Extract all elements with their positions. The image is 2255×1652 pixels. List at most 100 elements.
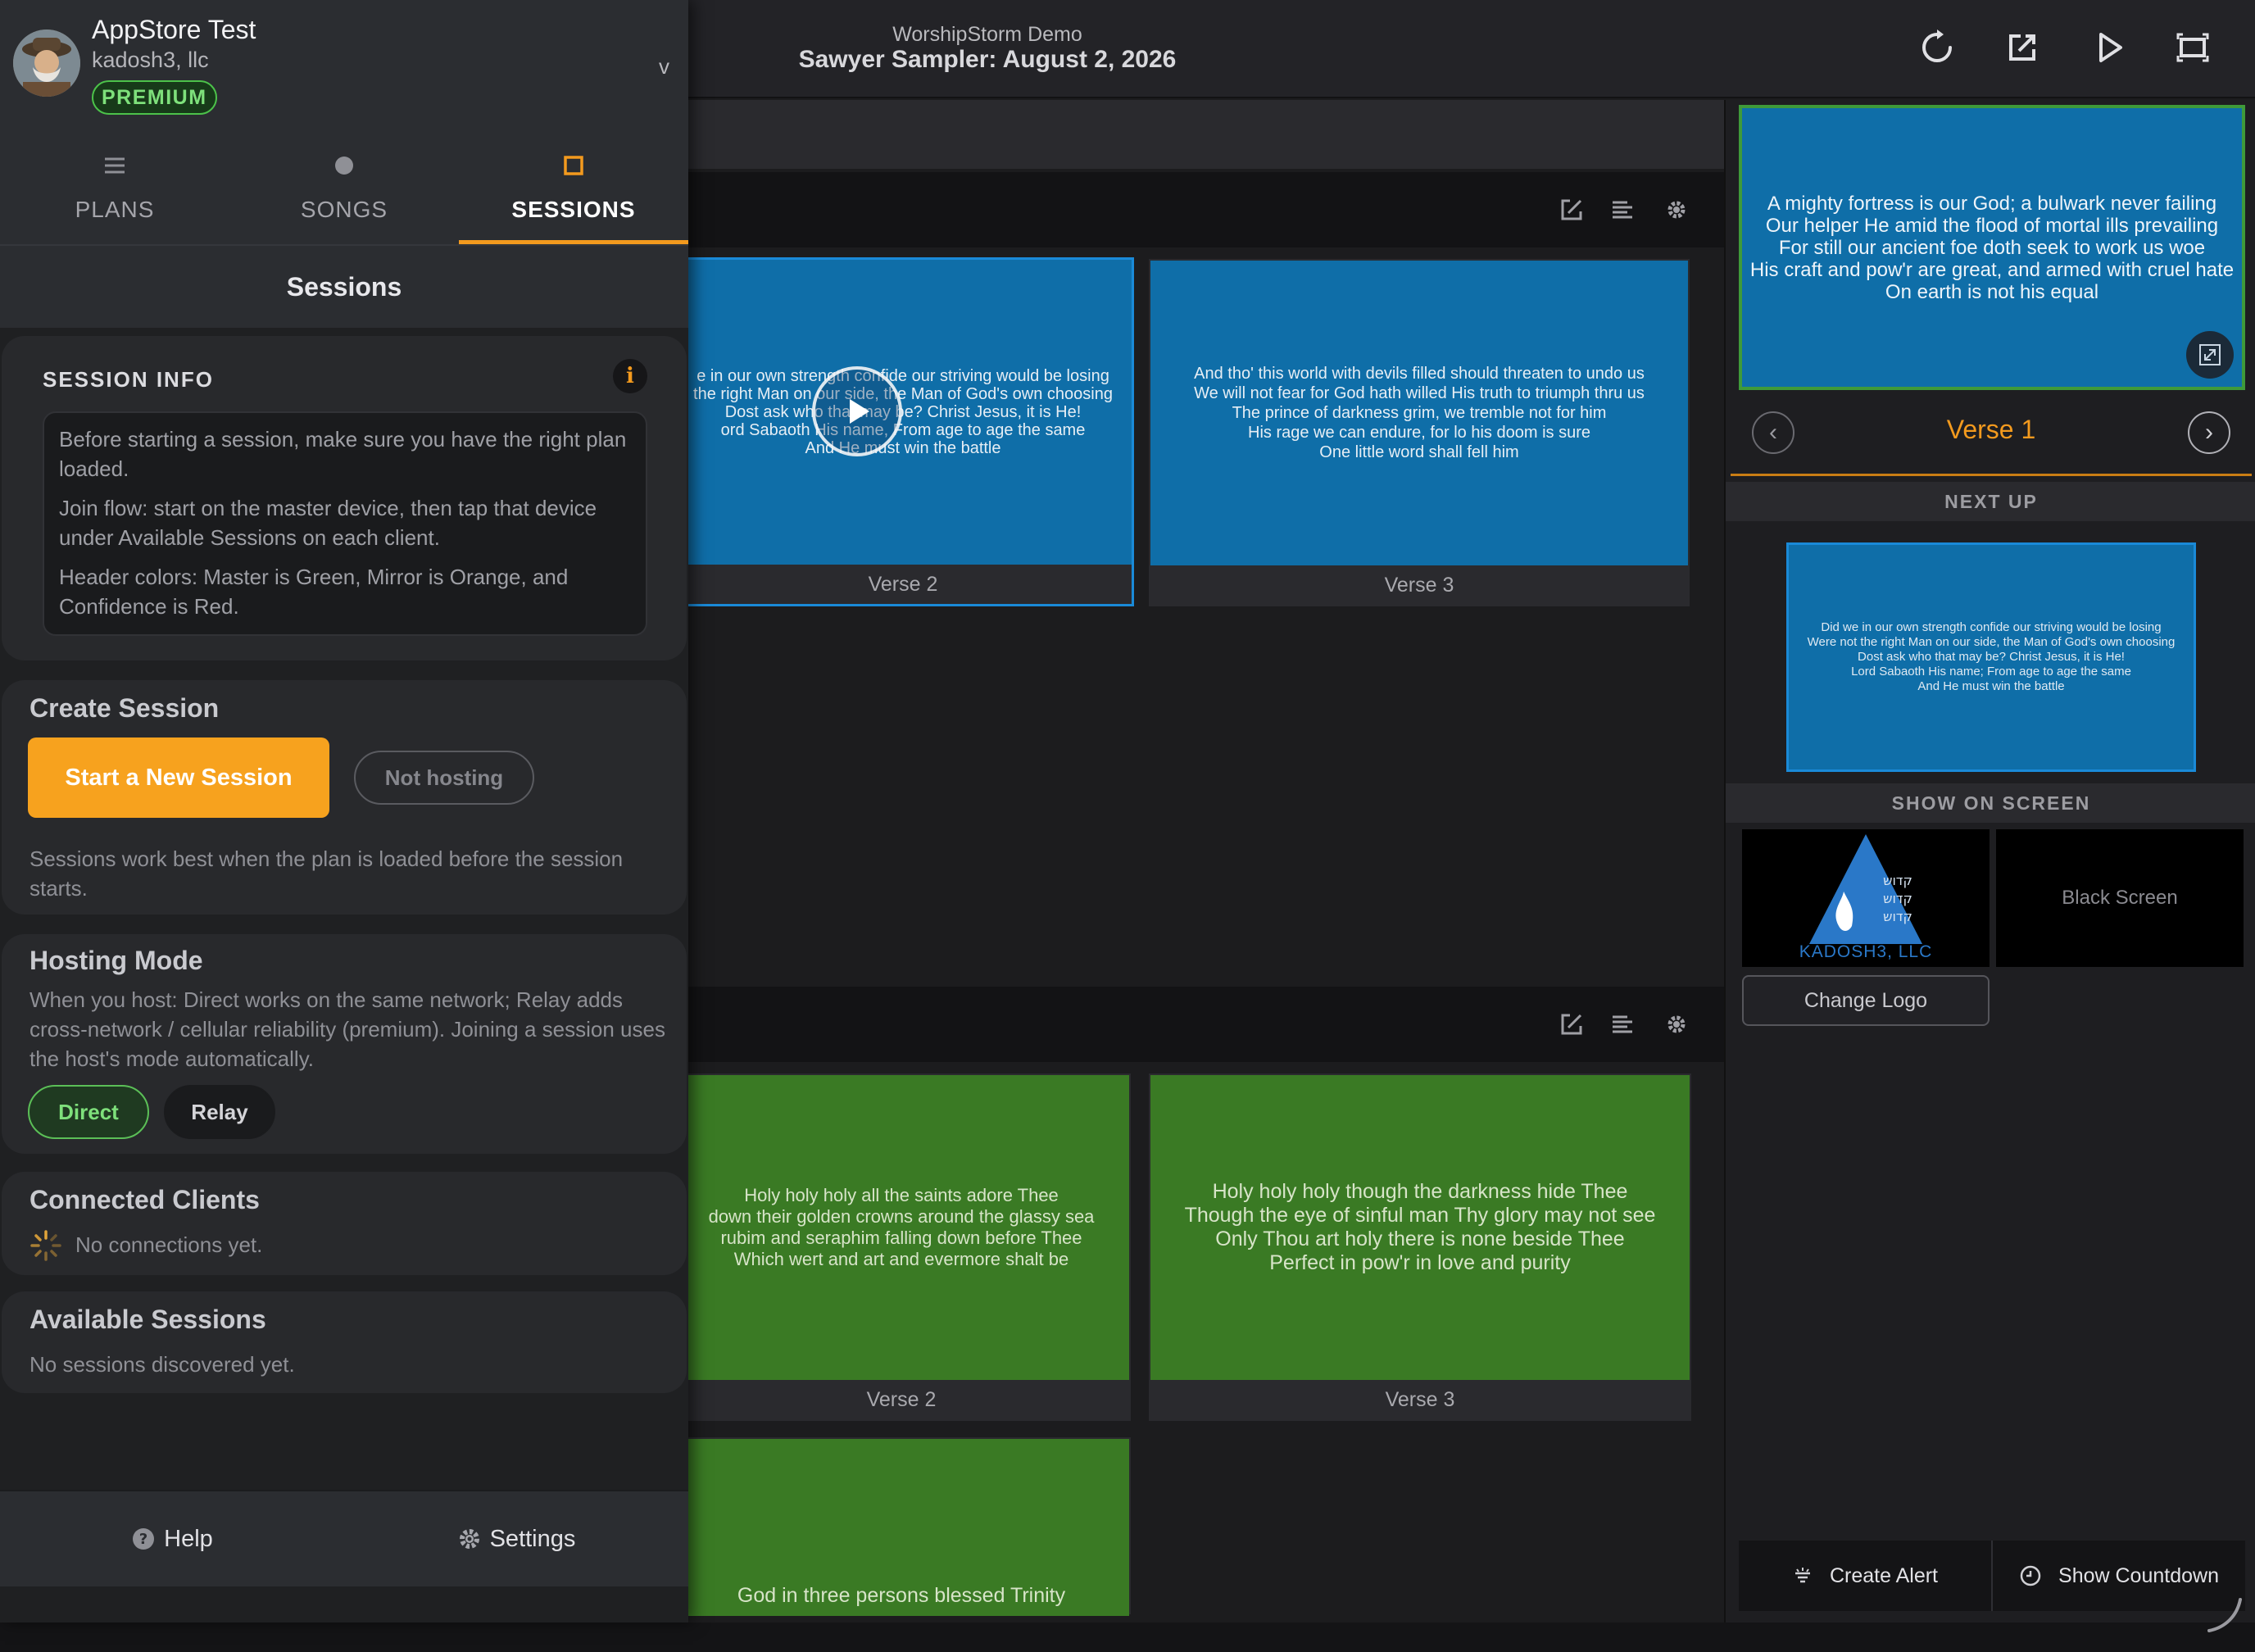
tab-plans[interactable]: PLANS: [0, 129, 229, 244]
play-icon[interactable]: [2086, 25, 2132, 70]
slide-card[interactable]: Holy holy holy all the saints adore Thee…: [672, 1073, 1131, 1421]
show-on-screen-title: SHOW ON SCREEN: [1726, 783, 2255, 823]
align-left-icon[interactable]: [1604, 1006, 1640, 1042]
slide-text: e in our own strength confide our strivi…: [693, 367, 1113, 457]
slide-card[interactable]: God in three persons blessed Trinity: [672, 1437, 1131, 1616]
alert-icon: [1794, 1568, 1810, 1583]
create-alert-button[interactable]: Create Alert: [1739, 1541, 1991, 1611]
sessions-sidebar: AppStore Test kadosh3, llc PREMIUM v PLA…: [0, 0, 688, 1622]
info-paragraph: Join flow: start on the master device, t…: [59, 496, 597, 550]
bottom-actions: Create Alert Show Countdown: [1739, 1541, 2245, 1611]
play-overlay-icon[interactable]: [812, 366, 902, 456]
plan-title: Sawyer Sampler: August 2, 2026: [798, 46, 1177, 73]
slide-text: Holy holy holy though the darkness hide …: [1184, 1180, 1656, 1274]
svg-text:?: ?: [139, 1531, 147, 1548]
premium-badge: PREMIUM: [92, 80, 217, 115]
slide-text: Holy holy holy all the saints adore Thee…: [708, 1185, 1095, 1269]
slide-card[interactable]: Holy holy holy though the darkness hide …: [1149, 1073, 1691, 1421]
hosting-mode-heading: Hosting Mode: [29, 946, 203, 975]
clock-icon: [2020, 1565, 2041, 1586]
create-session-card: Create Session Start a New Session Not h…: [2, 680, 687, 914]
connected-clients-card: Connected Clients No connections yet.: [2, 1172, 687, 1275]
right-panel: A mighty fortress is our God; a bulwark …: [1724, 100, 2255, 1622]
hosting-mode-card: Hosting Mode When you host: Direct works…: [2, 934, 687, 1154]
logo-hebrew: קדוש קדוש קדוש: [1883, 873, 1912, 924]
info-icon[interactable]: i: [613, 359, 647, 393]
connected-clients-heading: Connected Clients: [29, 1185, 260, 1214]
bottom-strip: [0, 1598, 2255, 1652]
session-info-heading: SESSION INFO: [43, 367, 214, 392]
slide-card[interactable]: e in our own strength confide our strivi…: [672, 257, 1134, 606]
edit-icon[interactable]: [1554, 1006, 1590, 1042]
black-screen-tile[interactable]: Black Screen: [1996, 829, 2244, 967]
logo-caption: KADOSH3, LLC: [1799, 942, 1933, 961]
dot-icon: [229, 149, 459, 182]
avatar: [13, 30, 80, 97]
create-session-note: Sessions work best when the plan is load…: [29, 846, 624, 901]
create-alert-label: Create Alert: [1829, 1564, 1938, 1587]
gear-icon: [459, 1529, 479, 1549]
external-display-icon[interactable]: [1999, 25, 2045, 70]
tab-songs[interactable]: SONGS: [229, 129, 459, 244]
account-header[interactable]: AppStore Test kadosh3, llc PREMIUM v: [0, 0, 688, 129]
help-label: Help: [164, 1525, 213, 1552]
sidebar-tabs: PLANS SONGS SESSIONS: [0, 129, 688, 244]
chevron-down-icon[interactable]: v: [659, 54, 669, 79]
slide-label: Verse 3: [1385, 1387, 1455, 1411]
resize-handle-icon[interactable]: [2204, 1595, 2245, 1636]
create-session-heading: Create Session: [29, 693, 220, 723]
logo-tile[interactable]: קדוש קדוש קדוש KADOSH3, LLC: [1742, 829, 1990, 967]
slide-face: Holy holy holy though the darkness hide …: [1150, 1075, 1690, 1380]
align-left-icon[interactable]: [1604, 192, 1640, 228]
hosting-status-badge: Not hosting: [354, 751, 534, 805]
gear-icon[interactable]: [1658, 1006, 1695, 1042]
start-session-button[interactable]: Start a New Session: [28, 738, 329, 818]
next-verse-button[interactable]: ›: [2188, 411, 2230, 454]
gear-icon[interactable]: [1658, 192, 1695, 228]
live-preview: A mighty fortress is our God; a bulwark …: [1739, 105, 2245, 390]
tab-sessions[interactable]: SESSIONS: [459, 129, 688, 244]
tab-plans-label: PLANS: [75, 197, 155, 222]
list-icon: [0, 149, 229, 182]
chevron-right-icon: ›: [2205, 419, 2213, 446]
account-name: AppStore Test: [92, 15, 256, 44]
show-countdown-label: Show Countdown: [2058, 1564, 2219, 1587]
clients-empty-text: No connections yet.: [75, 1232, 263, 1257]
prev-verse-button[interactable]: ‹: [1752, 411, 1794, 454]
next-up-title: NEXT UP: [1726, 482, 2255, 521]
mode-relay-button[interactable]: Relay: [164, 1085, 275, 1139]
current-verse-label: Verse 1: [1946, 415, 2036, 444]
slide-face: God in three persons blessed Trinity: [674, 1439, 1129, 1616]
mode-direct-button[interactable]: Direct: [28, 1085, 149, 1139]
available-sessions-heading: Available Sessions: [29, 1305, 266, 1334]
spinner-icon: [30, 1230, 61, 1261]
tab-songs-label: SONGS: [300, 197, 388, 222]
fit-screen-icon[interactable]: [2170, 25, 2216, 70]
next-up-slide[interactable]: Did we in our own strength confide our s…: [1786, 542, 2196, 772]
next-up-text: Did we in our own strength confide our s…: [1807, 620, 2176, 693]
live-text: A mighty fortress is our God; a bulwark …: [1749, 192, 2235, 303]
sidebar-footer: ? Help Settings: [0, 1490, 688, 1586]
session-info-card: SESSION INFO i Before starting a session…: [2, 336, 687, 660]
square-icon: [459, 149, 688, 182]
hosting-mode-description: When you host: Direct works on the same …: [29, 987, 665, 1071]
help-button[interactable]: ? Help: [0, 1491, 344, 1586]
settings-button[interactable]: Settings: [344, 1491, 688, 1586]
refresh-icon[interactable]: [1914, 25, 1960, 70]
slide-text: And tho' this world with devils filled s…: [1194, 365, 1645, 461]
panel-title: Sessions: [0, 244, 688, 328]
slide-label: Verse 2: [868, 572, 938, 596]
verse-underline: [1731, 474, 2252, 476]
settings-label: Settings: [489, 1525, 576, 1552]
expand-icon[interactable]: [2186, 331, 2234, 379]
account-org: kadosh3, llc: [92, 48, 209, 72]
slide-label: Verse 2: [866, 1387, 937, 1411]
slide-card[interactable]: And tho' this world with devils filled s…: [1149, 259, 1690, 606]
app-name: WorshipStorm Demo: [892, 23, 1082, 46]
edit-icon[interactable]: [1554, 192, 1590, 228]
slide-text: God in three persons blessed Trinity: [737, 1584, 1066, 1607]
change-logo-button[interactable]: Change Logo: [1742, 975, 1990, 1026]
tab-sessions-label: SESSIONS: [511, 197, 636, 222]
chevron-left-icon: ‹: [1769, 419, 1777, 446]
slide-label: Verse 3: [1384, 573, 1454, 597]
